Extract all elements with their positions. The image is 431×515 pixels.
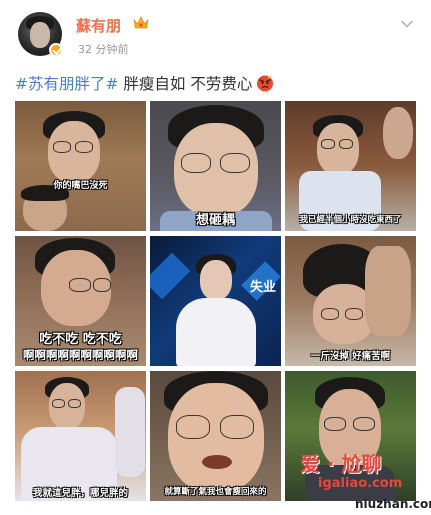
image-caption: 想砸耦 xyxy=(195,213,235,228)
grid-image-2[interactable]: 想砸耦 xyxy=(150,101,281,231)
post-body: #苏有朋胖了# 胖瘦自如 不劳费心 xyxy=(15,72,274,94)
image-caption: 一斤沒掉 好痛苦啊 xyxy=(310,351,391,362)
grid-image-7[interactable]: 我就這兒胖，哪兒胖的 xyxy=(15,371,146,501)
image-caption: 你的嘴巴沒死 xyxy=(53,181,108,191)
grid-image-3[interactable]: 我已經半個小時沒吃東西了 xyxy=(285,101,416,231)
grid-image-5[interactable]: 失业 xyxy=(150,236,281,366)
angry-face-emoji xyxy=(257,75,274,92)
watermark-logo: 爱 · 尬聊 xyxy=(300,452,382,476)
watermark-url: igaliao.com xyxy=(318,476,403,491)
image-caption: 吃不吃 吃不吃 xyxy=(39,332,122,347)
chevron-down-icon[interactable] xyxy=(400,17,414,31)
grid-image-8[interactable]: 就算斷了氣我也會瘦回來的 xyxy=(150,371,281,501)
grid-image-4[interactable]: 吃不吃 吃不吃 啊啊啊啊啊啊啊啊啊啊 xyxy=(15,236,146,366)
verified-badge-icon xyxy=(49,43,63,57)
hashtag-link[interactable]: #苏有朋胖了# xyxy=(15,75,118,93)
image-grid: 你的嘴巴沒死 想砸耦 我已經半個小時沒吃東西了 吃不吃 吃不吃 啊啊啊啊啊啊啊啊… xyxy=(15,101,416,501)
image-caption: 我已經半個小時沒吃東西了 xyxy=(299,215,402,225)
grid-image-6[interactable]: 一斤沒掉 好痛苦啊 xyxy=(285,236,416,366)
post-timestamp: 32 分钟前 xyxy=(78,43,129,56)
watermark-url-2: niuzhan.com xyxy=(355,497,431,511)
screen-text: 失业 xyxy=(250,280,277,295)
post-text: 胖瘦自如 不劳费心 xyxy=(118,75,253,93)
image-caption: 啊啊啊啊啊啊啊啊啊啊 xyxy=(23,348,138,362)
post-header: 蘇有朋 32 分钟前 xyxy=(0,0,431,62)
image-caption: 就算斷了氣我也會瘦回來的 xyxy=(164,487,267,497)
image-caption: 我就這兒胖，哪兒胖的 xyxy=(32,488,128,499)
author-name[interactable]: 蘇有朋 xyxy=(76,15,121,36)
grid-image-1[interactable]: 你的嘴巴沒死 xyxy=(15,101,146,231)
crown-icon xyxy=(133,16,149,29)
